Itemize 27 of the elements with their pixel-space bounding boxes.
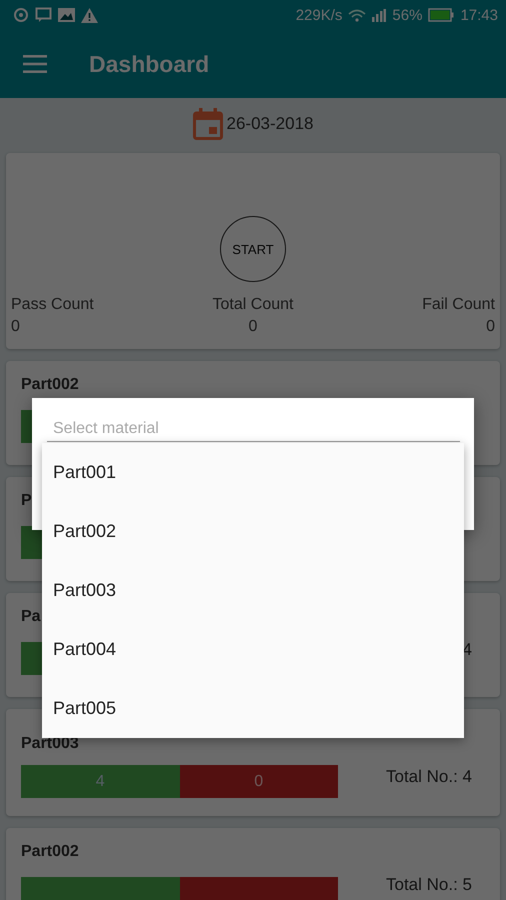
dropdown-option[interactable]: Part004 (42, 620, 464, 679)
dropdown-option[interactable]: Part003 (42, 561, 464, 620)
stat-value: 0 (486, 318, 495, 336)
part-name: Part002 (21, 843, 80, 861)
dropdown-option[interactable]: Part001 (42, 443, 464, 502)
stat-label: Fail Count (422, 296, 495, 314)
dropdown-option[interactable]: Part002 (42, 502, 464, 561)
stat-label: Pass Count (11, 296, 95, 314)
part-name: Pa (21, 608, 42, 626)
clock: 17:43 (460, 6, 498, 24)
part-name: P (21, 492, 33, 510)
start-button[interactable]: START (220, 216, 286, 282)
total-count: Total No.: 4 (386, 767, 472, 787)
date-text: 26-03-2018 (226, 114, 314, 134)
part-name: Part002 (21, 376, 80, 394)
app-title: Dashboard (89, 50, 210, 78)
battery-percent: 56% (392, 6, 422, 24)
network-speed: 229K/s (296, 6, 342, 24)
fail-bar: 0 (180, 765, 338, 798)
part-name: Part003 (21, 735, 80, 753)
stat-value: 0 (11, 318, 21, 336)
stat-value: 0 (248, 318, 258, 336)
total-count: Total No.: 5 (386, 875, 472, 895)
dropdown-option[interactable]: Part005 (42, 679, 464, 738)
pass-bar: 4 (21, 765, 180, 798)
material-field[interactable]: Select material (47, 418, 460, 442)
stat-label: Total Count (212, 296, 294, 314)
